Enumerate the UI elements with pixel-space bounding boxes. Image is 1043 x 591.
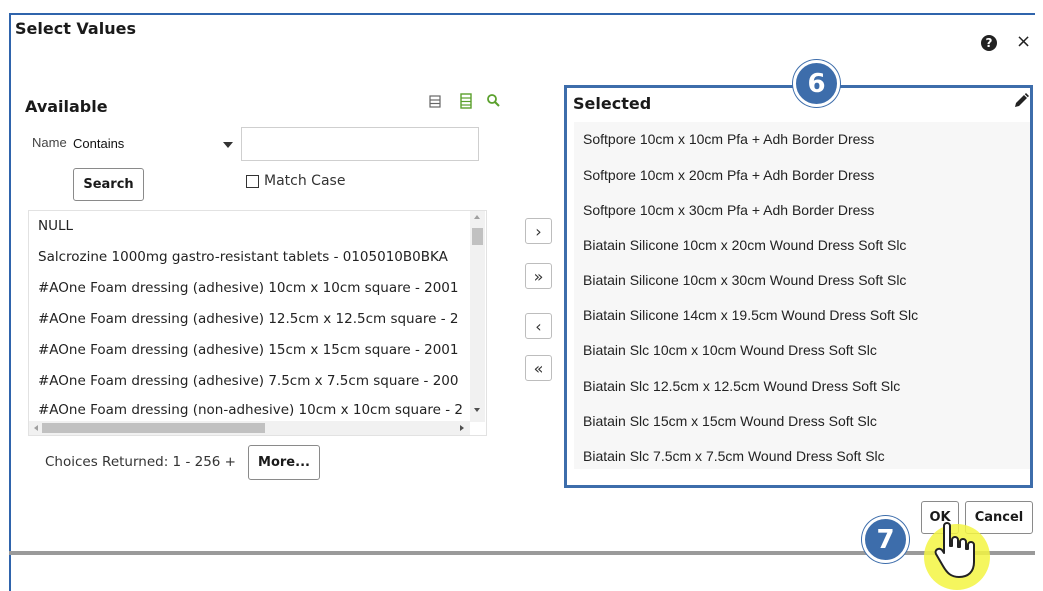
choices-returned-text: Choices Returned: 1 - 256 + <box>45 454 236 470</box>
search-button[interactable]: Search <box>73 168 144 201</box>
available-title: Available <box>25 97 108 116</box>
list-item[interactable]: Biatain Slc 15cm x 15cm Wound Dress Soft… <box>583 413 877 429</box>
list-item[interactable]: Biatain Silicone 10cm x 30cm Wound Dress… <box>583 272 906 288</box>
scroll-up-icon[interactable] <box>474 215 480 219</box>
search-icon[interactable] <box>486 93 500 109</box>
list-item[interactable]: #AOne Foam dressing (adhesive) 10cm x 10… <box>38 280 470 296</box>
list-item[interactable]: Salcrozine 1000mg gastro-resistant table… <box>38 249 470 265</box>
name-label: Name <box>32 135 67 150</box>
page-edge <box>9 553 11 591</box>
list-item[interactable]: Softpore 10cm x 30cm Pfa + Adh Border Dr… <box>583 202 874 218</box>
match-case-checkbox[interactable] <box>246 175 259 188</box>
dialog-title: Select Values <box>15 19 136 38</box>
list-item[interactable]: #AOne Foam dressing (adhesive) 7.5cm x 7… <box>38 373 470 389</box>
list-item[interactable]: Softpore 10cm x 20cm Pfa + Adh Border Dr… <box>583 167 874 183</box>
list-item[interactable]: Biatain Silicone 10cm x 20cm Wound Dress… <box>583 237 906 253</box>
scroll-right-icon[interactable] <box>460 425 464 431</box>
match-case-label: Match Case <box>264 173 346 189</box>
list-item[interactable]: #AOne Foam dressing (non-adhesive) 10cm … <box>38 402 470 418</box>
table-view-icon[interactable] <box>459 93 473 109</box>
close-icon[interactable]: × <box>1016 32 1031 52</box>
vertical-scroll-thumb[interactable] <box>472 228 483 245</box>
list-item[interactable]: Biatain Silicone 14cm x 19.5cm Wound Dre… <box>583 307 918 323</box>
list-item[interactable]: Biatain Slc 10cm x 10cm Wound Dress Soft… <box>583 342 877 358</box>
list-item[interactable]: NULL <box>38 218 470 234</box>
scroll-left-icon[interactable] <box>34 425 38 431</box>
chevron-down-icon[interactable] <box>223 142 233 148</box>
list-item[interactable]: Biatain Slc 12.5cm x 12.5cm Wound Dress … <box>583 378 900 394</box>
selected-title: Selected <box>573 94 652 113</box>
more-button[interactable]: More... <box>248 445 320 480</box>
pencil-icon[interactable] <box>1012 92 1030 110</box>
list-item[interactable]: Biatain Slc 7.5cm x 7.5cm Wound Dress So… <box>583 448 885 464</box>
step-6-badge: 6 <box>793 60 840 107</box>
move-right-button[interactable]: › <box>525 218 552 244</box>
search-input[interactable] <box>241 127 479 161</box>
step-7-badge: 7 <box>862 516 909 563</box>
move-left-button[interactable]: ‹ <box>525 313 552 339</box>
hand-pointer-icon <box>934 522 975 578</box>
list-item[interactable]: #AOne Foam dressing (adhesive) 12.5cm x … <box>38 311 470 327</box>
list-item[interactable]: Softpore 10cm x 10cm Pfa + Adh Border Dr… <box>583 131 874 147</box>
move-all-left-button[interactable]: « <box>525 355 552 381</box>
list-item[interactable]: #AOne Foam dressing (adhesive) 15cm x 15… <box>38 342 470 358</box>
move-all-right-button[interactable]: » <box>525 263 552 289</box>
help-icon[interactable]: ? <box>981 35 997 51</box>
horizontal-scroll-thumb[interactable] <box>42 423 265 433</box>
operator-select[interactable]: Contains <box>73 131 238 155</box>
list-view-icon[interactable] <box>428 93 442 109</box>
operator-value: Contains <box>73 135 125 151</box>
scroll-down-icon[interactable] <box>474 408 480 412</box>
